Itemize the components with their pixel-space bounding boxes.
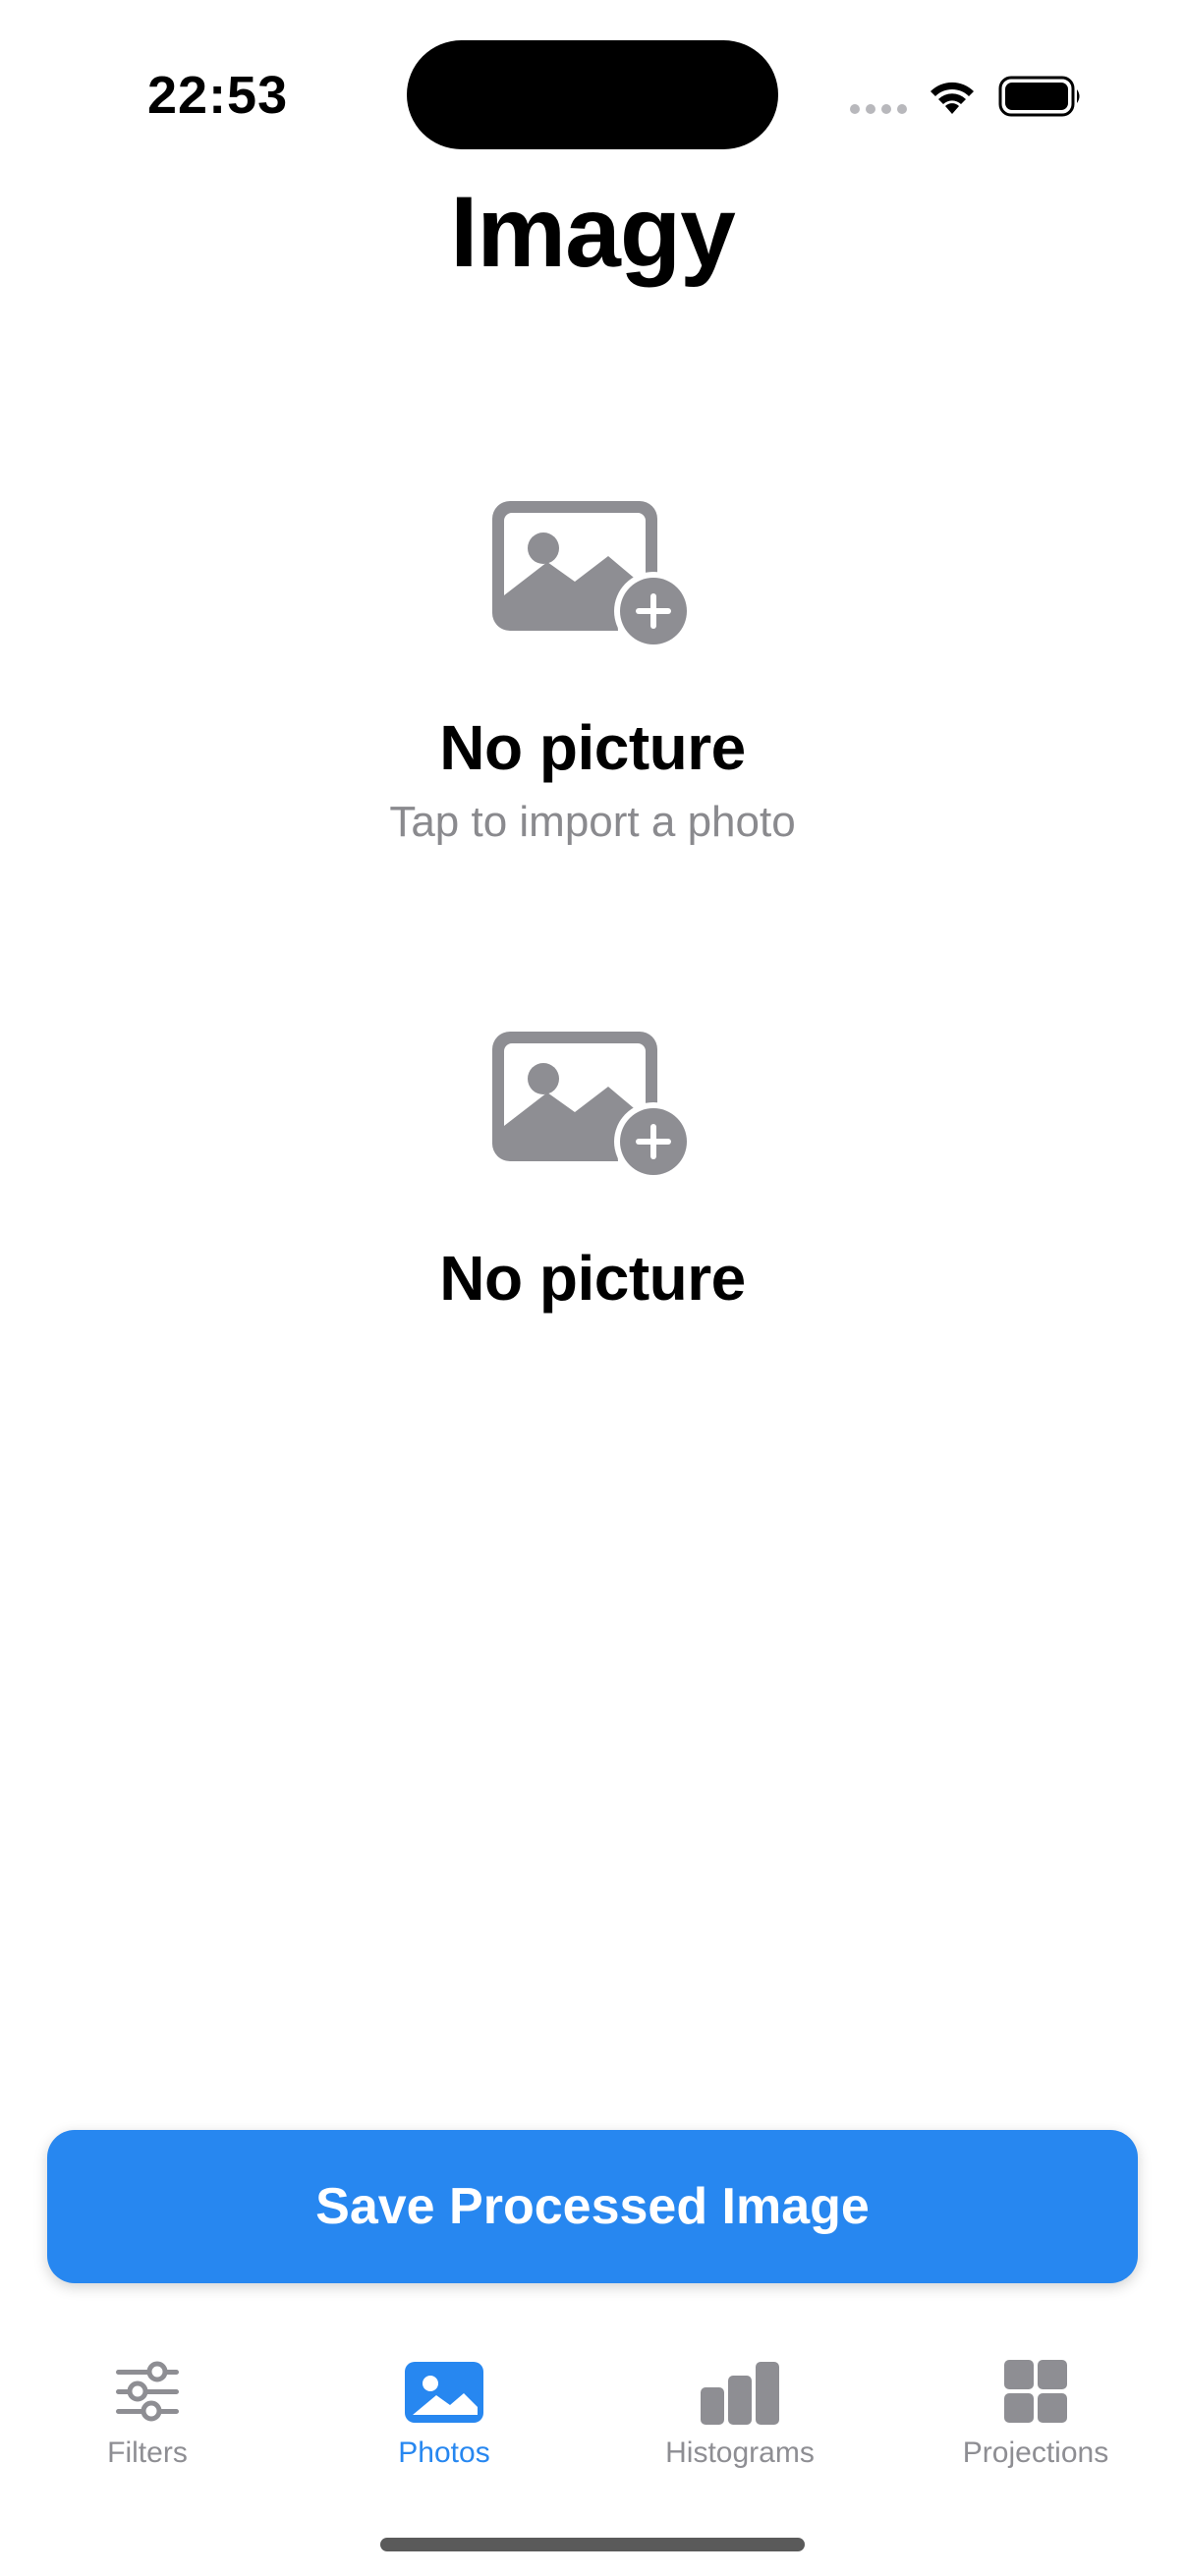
sliders-icon — [116, 2361, 179, 2422]
slot-subtitle: Tap to import a photo — [389, 798, 796, 846]
slot-title: No picture — [439, 1243, 746, 1314]
photo-icon — [405, 2362, 483, 2423]
save-processed-image-button[interactable]: Save Processed Image — [47, 2130, 1138, 2283]
photo-slot-primary[interactable]: No picture Tap to import a photo — [0, 501, 1185, 847]
tab-label: Photos — [398, 2436, 490, 2469]
tab-label: Histograms — [665, 2436, 815, 2469]
cellular-signal-icon — [850, 104, 907, 114]
battery-icon — [998, 76, 1080, 117]
home-indicator[interactable] — [380, 2538, 805, 2551]
status-time: 22:53 — [147, 66, 289, 125]
tab-bar: Filters Photos Histograms Projections — [0, 2338, 1185, 2495]
photo-badge-plus-icon — [492, 501, 693, 648]
bar-chart-icon — [701, 2362, 779, 2425]
tab-histograms[interactable]: Histograms — [592, 2338, 887, 2486]
page-title: Imagy — [450, 176, 736, 288]
photo-slot-processed[interactable]: No picture — [0, 1032, 1185, 1315]
tab-photos[interactable]: Photos — [297, 2338, 592, 2486]
grid-icon — [1004, 2360, 1067, 2423]
slot-title: No picture — [439, 712, 746, 783]
dynamic-island — [407, 40, 778, 149]
tab-label: Filters — [107, 2436, 188, 2469]
tab-filters[interactable]: Filters — [0, 2338, 295, 2486]
tab-label: Projections — [962, 2436, 1109, 2469]
photo-badge-plus-icon — [492, 1032, 693, 1179]
wifi-icon — [931, 82, 974, 114]
tab-projections[interactable]: Projections — [888, 2338, 1183, 2486]
